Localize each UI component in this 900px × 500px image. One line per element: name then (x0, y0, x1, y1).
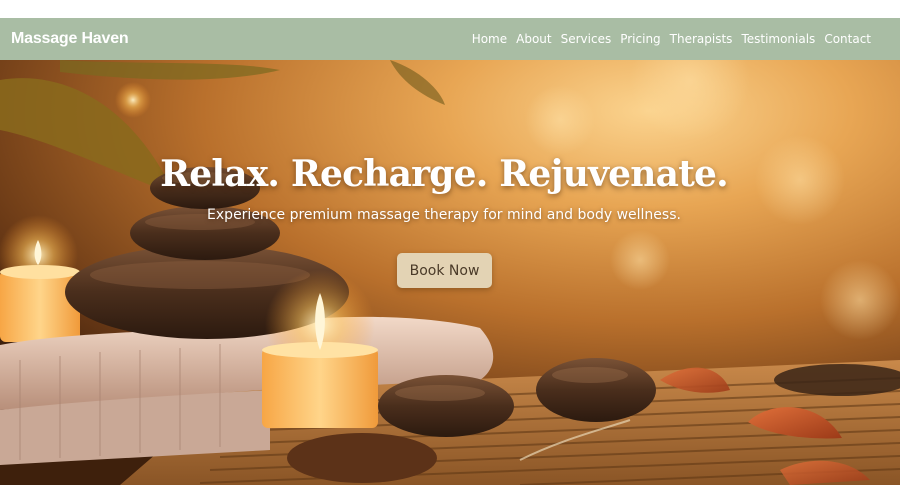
nav-link-pricing[interactable]: Pricing (620, 32, 660, 46)
landing-page: Massage Haven Home About Services Pricin… (0, 0, 900, 500)
hero-subtitle: Experience premium massage therapy for m… (207, 207, 681, 223)
nav-link-home[interactable]: Home (472, 32, 507, 46)
top-navbar: Massage Haven Home About Services Pricin… (0, 18, 900, 60)
hero-title: Relax. Recharge. Rejuvenate. (160, 153, 729, 195)
book-now-button[interactable]: Book Now (397, 253, 492, 288)
brand-logo[interactable]: Massage Haven (11, 30, 129, 48)
nav-link-therapists[interactable]: Therapists (670, 32, 733, 46)
nav-link-services[interactable]: Services (561, 32, 612, 46)
nav-link-about[interactable]: About (516, 32, 551, 46)
hero-content: Relax. Recharge. Rejuvenate. Experience … (0, 60, 900, 485)
nav-link-testimonials[interactable]: Testimonials (741, 32, 815, 46)
hero-section: Relax. Recharge. Rejuvenate. Experience … (0, 60, 900, 485)
nav-link-contact[interactable]: Contact (824, 32, 871, 46)
main-nav: Home About Services Pricing Therapists T… (472, 32, 871, 46)
